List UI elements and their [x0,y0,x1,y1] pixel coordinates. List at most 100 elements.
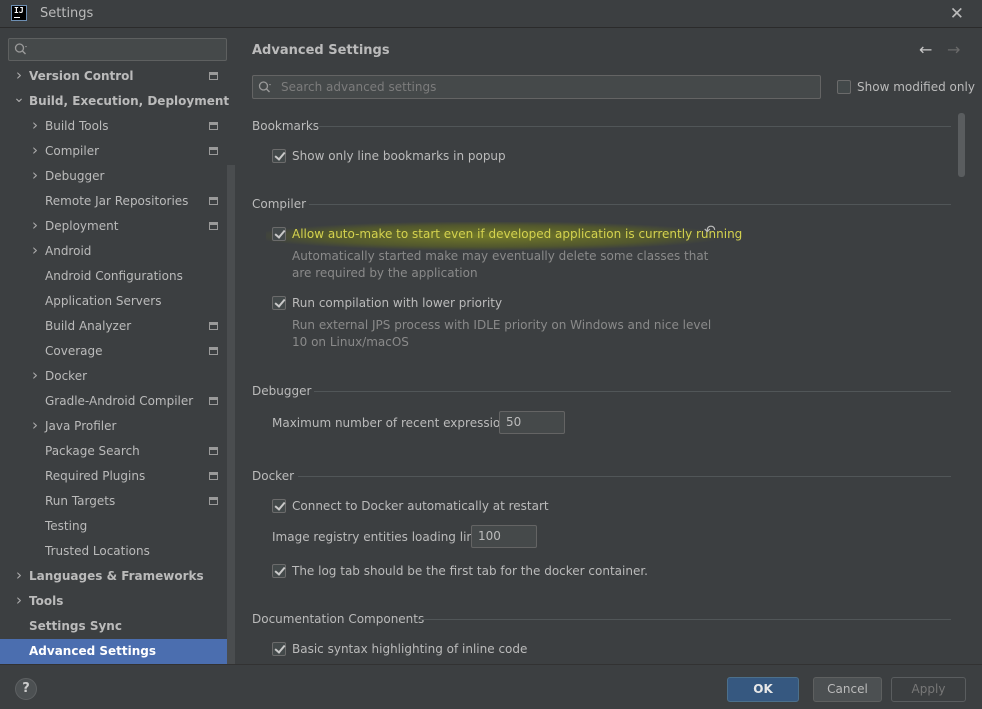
project-level-icon [209,197,218,205]
sidebar-item[interactable]: › Compiler [0,139,227,164]
chevron-right-icon[interactable]: › [13,564,25,589]
chevron-right-icon[interactable]: › [29,239,41,264]
sidebar-item[interactable]: Testing [0,514,227,539]
sidebar-item-label: Tools [29,594,64,608]
sidebar-item[interactable]: Settings Sync [0,614,227,639]
project-level-icon [209,497,218,505]
advanced-search-field[interactable] [252,75,821,99]
advanced-settings-panel: Advanced Settings ← → Show modified only… [236,29,982,664]
ok-button[interactable]: OK [727,677,799,702]
docker-auto-connect-label: Connect to Docker automatically at resta… [292,499,549,513]
forward-arrow-icon[interactable]: → [947,40,960,59]
sidebar-item[interactable]: Android Configurations [0,264,227,289]
sidebar-item-label: Remote Jar Repositories [45,194,189,208]
project-level-icon [209,72,218,80]
sidebar-item-label: Deployment [45,219,119,233]
sidebar-item[interactable]: Remote Jar Repositories [0,189,227,214]
sidebar-item-label: Trusted Locations [45,544,150,558]
sidebar-item-label: Testing [45,519,88,533]
docker-log-tab-checkbox[interactable] [272,564,286,578]
project-level-icon [209,222,218,230]
project-level-icon [209,397,218,405]
reset-to-default-icon[interactable]: ↶ [704,223,716,239]
sidebar-item-label: Settings Sync [29,619,122,633]
sidebar-item[interactable]: Build Analyzer [0,314,227,339]
sidebar-item[interactable]: Required Plugins [0,464,227,489]
chevron-right-icon[interactable]: › [29,139,41,164]
sidebar-item[interactable]: Trusted Locations [0,539,227,564]
sidebar-item[interactable]: › Tools [0,589,227,614]
chevron-right-icon[interactable]: › [29,214,41,239]
sidebar-item[interactable]: › Docker [0,364,227,389]
section-title-documentation: Documentation Components [252,612,425,626]
project-level-icon [209,447,218,455]
sidebar-item[interactable]: › Android [0,239,227,264]
sidebar-item-label: Debugger [45,169,105,183]
sidebar-item[interactable]: Advanced Settings [0,639,227,664]
sidebar-item[interactable]: › Deployment [0,214,227,239]
content-scrollbar[interactable] [958,113,965,177]
back-arrow-icon[interactable]: ← [919,40,932,59]
sidebar-item[interactable]: › Build Tools [0,114,227,139]
settings-content: Bookmarks Show only line bookmarks in po… [252,113,952,664]
close-icon[interactable]: ✕ [950,4,964,24]
sidebar-item[interactable]: Coverage [0,339,227,364]
bookmarks-popup-checkbox[interactable] [272,149,286,163]
chevron-right-icon[interactable]: › [13,64,25,89]
sidebar-scrollbar[interactable] [227,165,235,664]
chevron-right-icon[interactable]: › [13,589,25,614]
section-divider [298,476,951,477]
advanced-search-input[interactable] [281,79,801,95]
section-title-debugger: Debugger [252,384,312,398]
sidebar-search-input[interactable] [8,38,227,61]
cancel-button[interactable]: Cancel [813,677,882,702]
registry-limit-input[interactable]: 100 [471,525,537,548]
sidebar-item[interactable]: Application Servers [0,289,227,314]
sidebar-item-label: Android Configurations [45,269,183,283]
sidebar-item-label: Required Plugins [45,469,146,483]
show-modified-box[interactable] [837,80,851,94]
sidebar-item[interactable]: Gradle-Android Compiler [0,389,227,414]
dialog-footer: ? OK Cancel Apply [0,664,982,709]
intellij-logo-icon [11,5,27,21]
window-title: Settings [40,6,94,21]
sidebar-item-label: Docker [45,369,88,383]
docker-log-tab-label: The log tab should be the first tab for … [292,564,648,578]
sidebar-item[interactable]: › Languages & Frameworks [0,564,227,589]
section-divider [319,126,951,127]
sidebar-item[interactable]: › Debugger [0,164,227,189]
project-level-icon [209,122,218,130]
registry-limit-label: Image registry entities loading limit: [272,530,491,544]
inline-code-highlight-checkbox[interactable] [272,642,286,656]
sidebar-item-label: Package Search [45,444,140,458]
chevron-right-icon[interactable]: › [29,164,41,189]
section-divider [309,204,951,205]
lower-priority-label: Run compilation with lower priority [292,296,503,310]
project-level-icon [209,347,218,355]
sidebar-item[interactable]: › Java Profiler [0,414,227,439]
chevron-right-icon[interactable]: › [29,414,41,439]
sidebar-item-label: Build Analyzer [45,319,132,333]
sidebar-item[interactable]: Run Targets [0,489,227,514]
apply-button[interactable]: Apply [891,677,966,702]
project-level-icon [209,147,218,155]
project-level-icon [209,322,218,330]
section-title-bookmarks: Bookmarks [252,119,320,133]
chevron-down-icon[interactable]: ⌄ [13,89,25,114]
auto-make-checkbox[interactable] [272,227,286,241]
chevron-right-icon[interactable]: › [29,364,41,389]
lower-priority-description-line2: 10 on Linux/macOS [292,335,409,349]
help-button[interactable]: ? [15,678,37,700]
sidebar-item-label: Gradle-Android Compiler [45,394,194,408]
search-icon [258,81,271,93]
recent-expressions-label: Maximum number of recent expressions: [272,416,519,430]
sidebar-item[interactable]: › Version Control [0,64,227,89]
chevron-right-icon[interactable]: › [29,114,41,139]
sidebar-item[interactable]: ⌄ Build, Execution, Deployment [0,89,229,114]
sidebar-item-label: Advanced Settings [29,644,157,658]
recent-expressions-input[interactable]: 50 [499,411,565,434]
docker-auto-connect-checkbox[interactable] [272,499,286,513]
page-title: Advanced Settings [252,43,390,58]
lower-priority-checkbox[interactable] [272,296,286,310]
sidebar-item[interactable]: Package Search [0,439,227,464]
